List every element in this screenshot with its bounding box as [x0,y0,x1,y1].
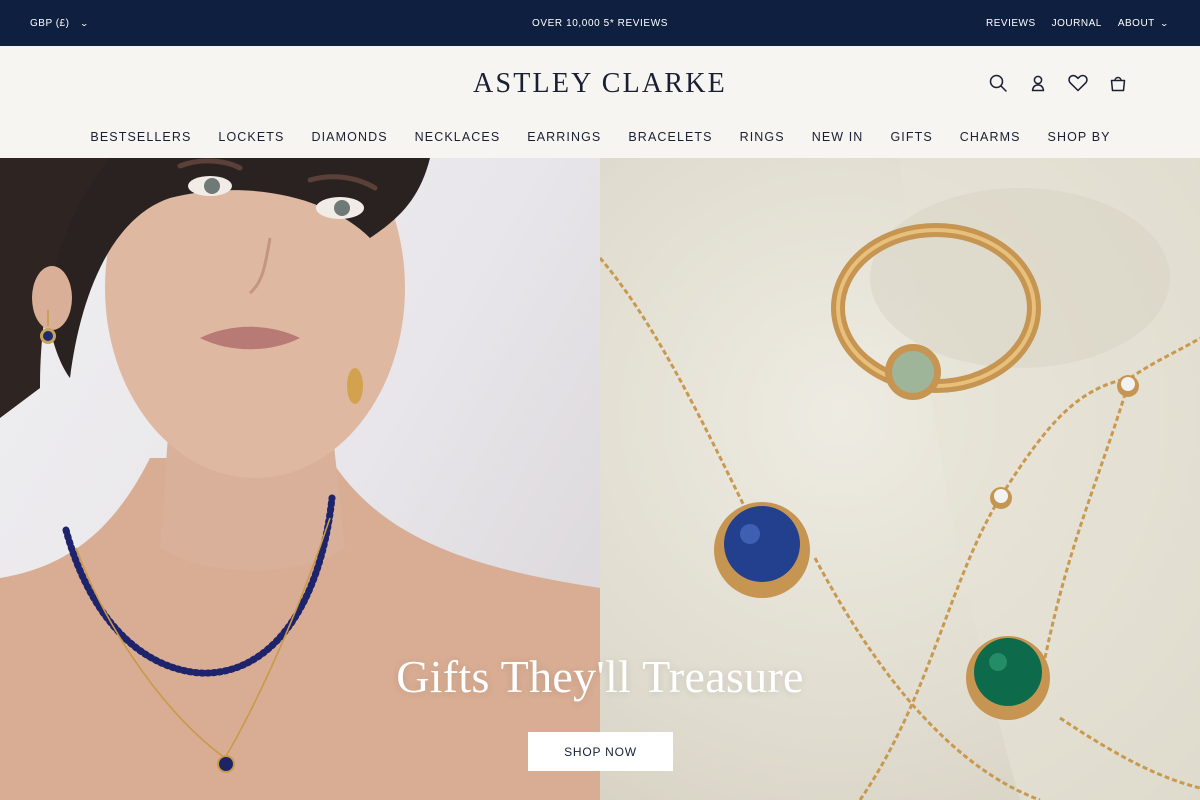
nav-item-charms[interactable]: CHARMS [959,130,1021,144]
reviews-link[interactable]: REVIEWS [986,18,1036,29]
account-icon[interactable] [1028,72,1048,94]
chevron-down-icon: ⌄ [79,18,91,28]
currency-label: GBP (£) [30,17,70,29]
search-icon[interactable] [988,72,1008,94]
nav-item-bestsellers[interactable]: BESTSELLERS [89,130,191,144]
wishlist-heart-icon[interactable] [1068,72,1088,94]
nav-item-rings[interactable]: RINGS [739,130,785,144]
header-icons [988,72,1128,94]
nav-item-diamonds[interactable]: DIAMONDS [310,130,387,144]
nav-item-lockets[interactable]: LOCKETS [217,130,284,144]
main-nav: BESTSELLERS LOCKETS DIAMONDS NECKLACES E… [0,130,1200,144]
journal-link[interactable]: JOURNAL [1052,18,1102,29]
announcement-bar: GBP (£) ⌄ OVER 10,000 5* REVIEWS REVIEWS… [0,0,1200,46]
logo-link[interactable]: ASTLEY CLARKE [473,68,727,99]
hero-jewellery-image [600,158,1200,800]
hero-headline: Gifts They'll Treasure [396,651,804,702]
hero-banner[interactable]: Gifts They'll Treasure SHOP NOW [0,158,1200,800]
nav-item-gifts[interactable]: GIFTS [889,130,932,144]
nav-item-earrings[interactable]: EARRINGS [526,130,601,144]
about-menu[interactable]: ABOUT ⌄ [1117,17,1170,29]
nav-item-new-in[interactable]: NEW IN [811,130,864,144]
utility-links: REVIEWS JOURNAL ABOUT ⌄ [986,0,1170,46]
nav-item-shop-by[interactable]: SHOP BY [1047,130,1111,144]
nav-item-bracelets[interactable]: BRACELETS [627,130,712,144]
about-link-label: ABOUT [1117,17,1155,29]
currency-selector[interactable]: GBP (£) ⌄ [30,0,89,46]
promo-text[interactable]: OVER 10,000 5* REVIEWS [532,18,668,29]
bag-icon[interactable] [1108,72,1128,94]
nav-item-necklaces[interactable]: NECKLACES [414,130,501,144]
site-header: ASTLEY CLARKE BESTSELLERS LOCKETS DIAMON… [0,46,1200,158]
chevron-down-icon: ⌄ [1159,18,1170,28]
shop-now-button[interactable]: SHOP NOW [528,732,673,771]
hero-model-image [0,158,600,800]
